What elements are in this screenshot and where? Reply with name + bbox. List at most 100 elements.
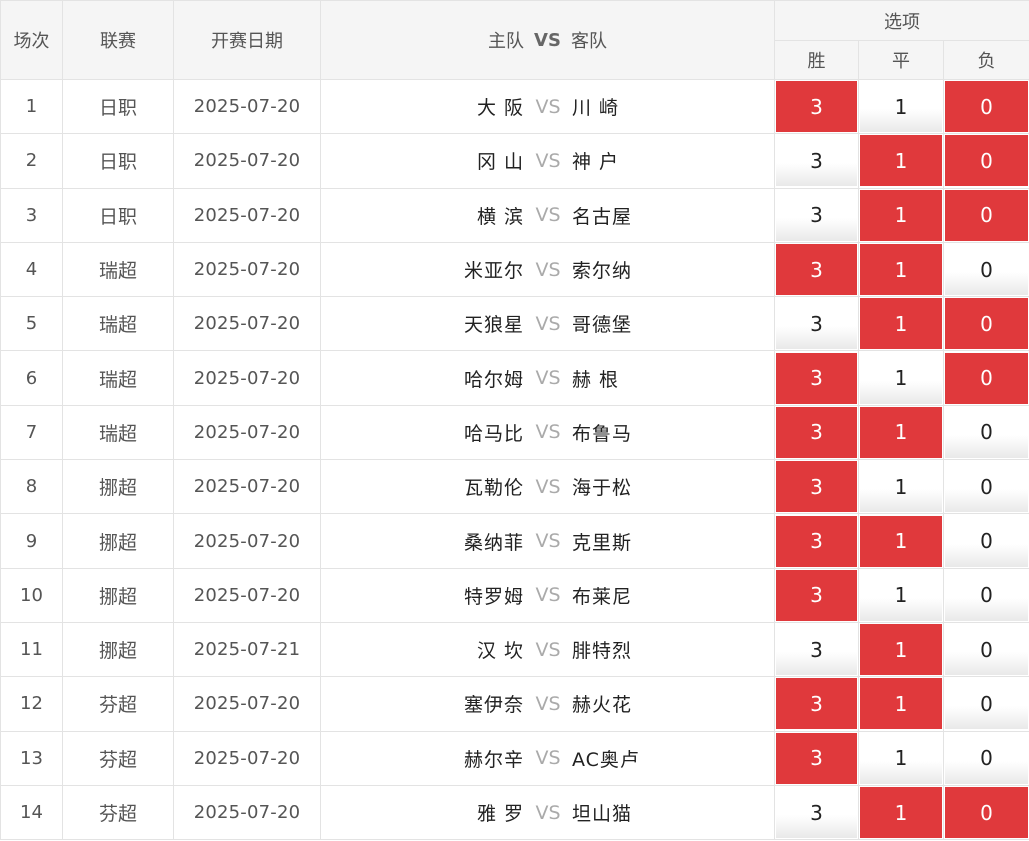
- option-draw-button[interactable]: 1: [860, 461, 942, 513]
- option-loss-button[interactable]: 0: [945, 787, 1029, 838]
- option-draw-button[interactable]: 1: [860, 352, 942, 404]
- table-row: 6 瑞超 2025-07-20 哈尔姆 VS 赫 根 310: [0, 350, 1029, 406]
- home-team: 汉 坎: [476, 640, 524, 663]
- option-cell-draw: 1: [858, 676, 944, 732]
- match-index: 4: [0, 241, 63, 298]
- home-team: 塞伊奈: [463, 694, 524, 717]
- option-loss-button[interactable]: 0: [945, 81, 1029, 133]
- league-name: 瑞超: [62, 296, 174, 352]
- away-team: 索尔纳: [572, 260, 633, 283]
- option-cell-loss: 0: [942, 404, 1029, 461]
- option-cell-loss: 0: [942, 567, 1029, 623]
- option-win-button[interactable]: 3: [776, 624, 857, 676]
- table-header: 场次 联赛 开赛日期 主队 VS 客队 选项 胜 平 负: [0, 0, 1029, 80]
- vs-label: VS: [535, 638, 561, 661]
- option-draw-button[interactable]: 1: [860, 678, 942, 730]
- option-win-button[interactable]: 3: [776, 406, 857, 458]
- option-loss-button[interactable]: 0: [945, 352, 1029, 404]
- option-draw-button[interactable]: 1: [860, 189, 942, 241]
- home-team: 哈尔姆: [463, 368, 524, 391]
- home-team: 哈马比: [463, 422, 524, 445]
- matchup-cell: 汉 坎 VS 腓特烈: [320, 621, 775, 678]
- option-cell-loss: 0: [942, 241, 1029, 298]
- header-row: 场次 联赛 开赛日期 主队 VS 客队 选项: [0, 0, 1029, 80]
- option-loss-button[interactable]: 0: [945, 135, 1029, 187]
- option-cell-draw: 1: [858, 730, 944, 786]
- option-draw-button[interactable]: 1: [860, 298, 942, 350]
- table-row: 2 日职 2025-07-20 冈 山 VS 神 户 310: [0, 133, 1029, 189]
- vs-label: VS: [535, 584, 561, 607]
- matchup: 哈尔姆 VS 赫 根: [321, 365, 774, 392]
- option-win-button[interactable]: 3: [776, 189, 857, 241]
- vs-label: VS: [535, 312, 561, 335]
- option-cell-draw: 1: [858, 350, 944, 406]
- option-cell-win: 3: [774, 296, 859, 352]
- option-draw-button[interactable]: 1: [860, 135, 942, 187]
- option-draw-button[interactable]: 1: [860, 515, 942, 567]
- option-loss-button[interactable]: 0: [945, 244, 1029, 296]
- option-loss-button[interactable]: 0: [945, 298, 1029, 350]
- option-loss-button[interactable]: 0: [945, 569, 1029, 621]
- matchup-cell: 天狼星 VS 哥德堡: [320, 296, 775, 352]
- vs-label: VS: [535, 367, 561, 390]
- matchup: 米亚尔 VS 索尔纳: [321, 256, 774, 283]
- away-team: 坦山猫: [572, 803, 633, 825]
- option-draw-button[interactable]: 1: [860, 569, 942, 621]
- option-cell-win: 3: [774, 187, 859, 243]
- league-name: 日职: [62, 78, 174, 135]
- matchup: 哈马比 VS 布鲁马: [321, 419, 774, 446]
- option-win-button[interactable]: 3: [776, 787, 857, 838]
- option-loss-button[interactable]: 0: [945, 732, 1029, 784]
- option-loss-button[interactable]: 0: [945, 624, 1029, 676]
- option-loss-button[interactable]: 0: [945, 678, 1029, 730]
- option-loss-button[interactable]: 0: [945, 189, 1029, 241]
- table-row: 10 挪超 2025-07-20 特罗姆 VS 布莱尼 3 1 0: [0, 567, 1029, 623]
- match-date: 2025-07-20: [173, 459, 321, 515]
- option-win-button[interactable]: 3: [776, 135, 857, 187]
- option-draw-button[interactable]: 1: [860, 732, 942, 784]
- option-draw-button[interactable]: 1: [860, 81, 942, 133]
- header-away: 客队: [570, 31, 607, 52]
- option-draw-button[interactable]: 1: [860, 787, 942, 838]
- away-team: 名古屋: [572, 205, 633, 228]
- match-date: 2025-07-20: [173, 567, 321, 623]
- option-loss-button[interactable]: 0: [945, 406, 1029, 458]
- option-draw-button[interactable]: 1: [860, 624, 942, 676]
- match-date: 2025-07-20: [173, 350, 321, 406]
- matchup: 塞伊奈 VS 赫火花: [321, 690, 774, 717]
- vs-label: VS: [535, 530, 561, 553]
- table-row: 11 挪超 2025-07-21 汉 坎 VS 腓特烈 3 1 0: [0, 621, 1029, 678]
- match-index: 10: [0, 567, 63, 623]
- header-date: 开赛日期: [173, 0, 321, 80]
- option-win-button[interactable]: 3: [776, 81, 857, 133]
- match-index: 6: [0, 350, 63, 406]
- matchup-header: 主队 VS 客队: [321, 27, 774, 53]
- match-date: 2025-07-20: [173, 784, 321, 841]
- option-win-button[interactable]: 3: [776, 352, 857, 404]
- option-cell-win: 3: [774, 730, 859, 786]
- match-date: 2025-07-21: [173, 621, 321, 678]
- option-cell-draw: 1: [858, 187, 944, 243]
- option-cell-win: 3: [774, 459, 859, 515]
- vs-label: VS: [535, 258, 561, 281]
- matchup-cell: 冈 山 VS 神 户: [320, 133, 775, 189]
- matchup-cell: 哈马比 VS 布鲁马: [320, 404, 775, 461]
- option-win-button[interactable]: 3: [776, 461, 857, 513]
- option-win-button[interactable]: 3: [776, 244, 857, 296]
- option-win-button[interactable]: 3: [776, 732, 857, 784]
- option-draw-button[interactable]: 1: [860, 244, 942, 296]
- option-loss-button[interactable]: 0: [945, 515, 1029, 567]
- vs-label: VS: [535, 149, 561, 172]
- table-row: 4 瑞超 2025-07-20 米亚尔 VS 索尔纳 3 1 0: [0, 241, 1029, 298]
- home-team: 横 滨: [476, 205, 524, 228]
- option-cell-draw: 1: [858, 567, 944, 623]
- league-name: 日职: [62, 187, 174, 243]
- option-draw-button[interactable]: 1: [860, 406, 942, 458]
- option-win-button[interactable]: 3: [776, 515, 857, 567]
- option-cell-win: 3: [774, 241, 859, 298]
- option-win-button[interactable]: 3: [776, 298, 857, 350]
- option-win-button[interactable]: 3: [776, 678, 857, 730]
- option-cell-draw: 1: [858, 784, 944, 841]
- option-win-button[interactable]: 3: [776, 569, 857, 621]
- option-loss-button[interactable]: 0: [945, 461, 1029, 513]
